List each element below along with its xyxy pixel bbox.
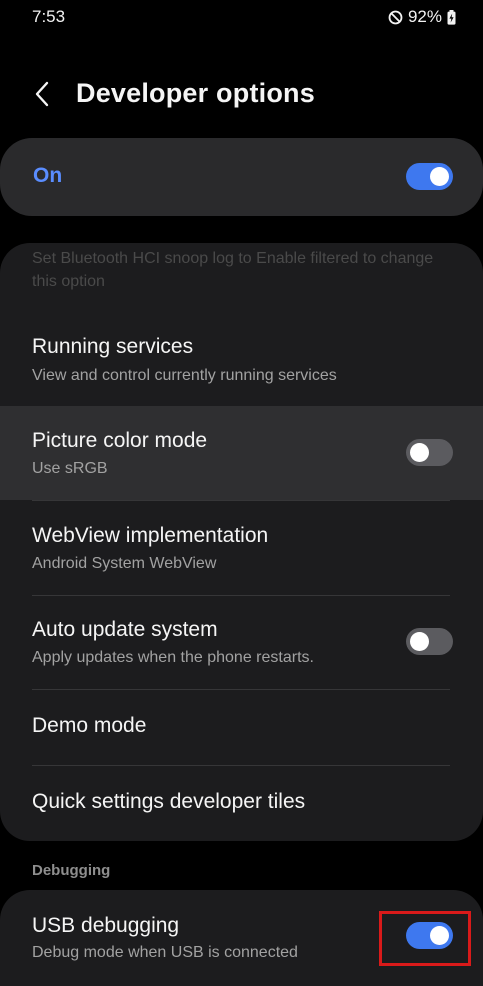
master-switch-toggle[interactable]: [406, 163, 453, 190]
master-switch-label: On: [33, 164, 63, 187]
setting-title: WebView implementation: [32, 524, 269, 547]
setting-quick-settings-developer-tiles[interactable]: Quick settings developer tiles: [0, 766, 483, 841]
setting-picture-color-mode[interactable]: Picture color mode Use sRGB: [0, 406, 483, 500]
battery-charging-icon: [447, 9, 456, 25]
disabled-option-note: Set Bluetooth HCI snoop log to Enable fi…: [32, 250, 434, 290]
setting-demo-mode[interactable]: Demo mode: [0, 690, 483, 765]
picture-color-mode-toggle[interactable]: [406, 439, 453, 466]
setting-subtitle: Android System WebView: [32, 555, 217, 572]
section-header-debugging: Debugging: [32, 862, 111, 879]
status-right-group: 92%: [388, 7, 456, 27]
setting-running-services[interactable]: Running services View and control curren…: [0, 311, 483, 405]
battery-percent: 92%: [407, 7, 442, 26]
setting-subtitle: View and control currently running servi…: [32, 367, 337, 384]
setting-title: Quick settings developer tiles: [32, 790, 306, 813]
back-button[interactable]: [26, 78, 58, 114]
setting-title: USB debugging: [32, 914, 180, 937]
app-bar: Developer options: [0, 68, 483, 124]
page-title: Developer options: [76, 78, 315, 108]
setting-title: Running services: [32, 335, 194, 358]
settings-card: Set Bluetooth HCI snoop log to Enable fi…: [0, 243, 483, 841]
toggle-knob: [410, 632, 429, 651]
auto-update-system-toggle[interactable]: [406, 628, 453, 655]
highlight-annotation-box: [379, 911, 471, 966]
status-time: 7:53: [32, 7, 66, 26]
chevron-left-icon: [34, 81, 50, 112]
setting-title: Picture color mode: [32, 429, 208, 452]
toggle-knob: [430, 167, 449, 186]
do-not-disturb-icon: [388, 10, 403, 25]
setting-subtitle: Debug mode when USB is connected: [32, 944, 298, 961]
setting-subtitle: Use sRGB: [32, 460, 108, 477]
toggle-knob: [410, 443, 429, 462]
setting-webview-implementation[interactable]: WebView implementation Android System We…: [0, 501, 483, 595]
status-bar: 7:53 92%: [0, 0, 483, 36]
setting-title: Demo mode: [32, 714, 147, 737]
setting-auto-update-system[interactable]: Auto update system Apply updates when th…: [0, 596, 483, 688]
setting-subtitle: Apply updates when the phone restarts.: [32, 649, 314, 666]
master-switch-bar[interactable]: On: [0, 138, 483, 216]
setting-title: Auto update system: [32, 618, 218, 641]
